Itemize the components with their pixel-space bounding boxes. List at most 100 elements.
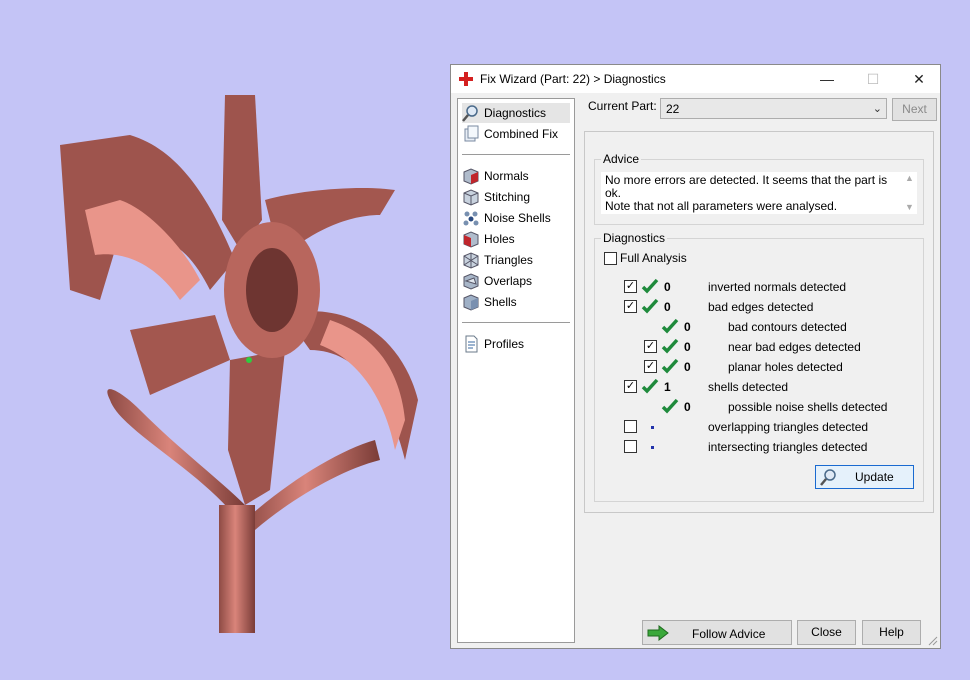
update-label: Update [855, 470, 894, 484]
nav-item-shells[interactable]: Shells [462, 292, 570, 312]
profile-document-icon [465, 335, 478, 353]
diag-count: 0 [664, 300, 671, 314]
scroll-down-icon: ▼ [905, 202, 914, 212]
nav-label: Shells [484, 295, 517, 309]
green-check-icon [661, 398, 679, 414]
diagnostics-legend: Diagnostics [601, 231, 668, 245]
nav-item-triangles[interactable]: Triangles [462, 250, 570, 270]
diag-label: near bad edges detected [728, 340, 861, 354]
diag-label: bad contours detected [728, 320, 847, 334]
full-analysis-checkbox[interactable] [604, 252, 617, 265]
maximize-button[interactable]: ☐ [850, 65, 896, 93]
overlaps-icon [463, 273, 479, 290]
green-arrow-icon [647, 625, 669, 641]
follow-advice-label: Follow Advice [692, 627, 766, 641]
diag-label: inverted normals detected [708, 280, 847, 294]
green-check-icon [661, 318, 679, 334]
diag-count: 0 [684, 400, 691, 414]
current-part-value: 22 [666, 102, 680, 116]
inverted-normals-checkbox[interactable]: ✓ [624, 280, 637, 293]
overlapping-triangles-checkbox[interactable] [624, 420, 637, 433]
advice-line: Note that not all parameters were analys… [605, 199, 838, 213]
green-check-icon [661, 338, 679, 354]
nav-item-noise-shells[interactable]: Noise Shells [462, 208, 570, 228]
nav-label: Normals [484, 169, 529, 183]
nav-label: Stitching [484, 190, 531, 204]
shells-cube-icon [463, 294, 479, 311]
title-bar: Fix Wizard (Part: 22) > Diagnostics — ☐ … [451, 65, 940, 93]
update-button[interactable]: Update [815, 465, 914, 489]
nav-item-stitching[interactable]: Stitching [462, 187, 570, 207]
close-window-button[interactable]: ✕ [896, 65, 942, 93]
nav-item-normals[interactable]: Normals [462, 166, 570, 186]
nav-label: Overlaps [484, 274, 533, 288]
nav-item-combined-fix[interactable]: Combined Fix [462, 124, 570, 144]
advice-scrollbar[interactable]: ▲ ▼ [902, 172, 917, 214]
shells-checkbox[interactable]: ✓ [624, 380, 637, 393]
diag-label: planar holes detected [728, 360, 843, 374]
nav-label: Holes [484, 232, 515, 246]
fix-wizard-dialog: Fix Wizard (Part: 22) > Diagnostics — ☐ … [450, 64, 941, 649]
3d-model-render [60, 95, 418, 633]
nav-item-profiles[interactable]: Profiles [462, 334, 570, 354]
diag-label: intersecting triangles detected [708, 440, 868, 454]
current-part-select[interactable]: 22 ⌄ [660, 98, 887, 119]
green-check-icon [641, 378, 659, 394]
green-check-icon [641, 278, 659, 294]
pending-dot-icon [651, 426, 654, 429]
noise-shells-icon [463, 211, 479, 226]
intersecting-triangles-checkbox[interactable] [624, 440, 637, 453]
scroll-up-icon: ▲ [905, 173, 914, 183]
nav-item-holes[interactable]: Holes [462, 229, 570, 249]
nav-label: Triangles [484, 253, 533, 267]
near-bad-edges-checkbox[interactable]: ✓ [644, 340, 657, 353]
nav-item-diagnostics[interactable]: Diagnostics [462, 103, 570, 123]
diag-count: 0 [684, 320, 691, 334]
diag-count: 0 [664, 280, 671, 294]
nav-label: Noise Shells [484, 211, 551, 225]
window-title: Fix Wizard (Part: 22) > Diagnostics [480, 72, 666, 86]
help-button[interactable]: Help [862, 620, 921, 645]
nav-item-overlaps[interactable]: Overlaps [462, 271, 570, 291]
magnifier-icon [820, 469, 836, 486]
advice-group: Advice No more errors are detected. It s… [594, 152, 924, 225]
resize-grip-icon[interactable] [928, 636, 938, 646]
magnifier-icon [462, 105, 478, 122]
follow-advice-button[interactable]: Follow Advice [642, 620, 792, 645]
red-cross-icon [459, 72, 473, 86]
diag-label: shells detected [708, 380, 789, 394]
triangles-icon [463, 252, 479, 269]
nav-separator [462, 322, 570, 323]
advice-legend: Advice [601, 152, 642, 166]
nav-label: Diagnostics [484, 106, 547, 120]
advice-line: No more errors are detected. It seems th… [605, 173, 888, 200]
diag-label: possible noise shells detected [728, 400, 888, 414]
wizard-nav-pane: Diagnostics Combined Fix Normals Stitchi… [457, 98, 575, 643]
next-button[interactable]: Next [892, 98, 937, 121]
nav-separator [462, 154, 570, 155]
pending-dot-icon [651, 446, 654, 449]
diagnostics-page: Advice No more errors are detected. It s… [584, 131, 934, 513]
diag-label: overlapping triangles detected [708, 420, 869, 434]
stitching-cube-icon [463, 189, 479, 206]
green-check-icon [641, 298, 659, 314]
combined-fix-icon [464, 125, 479, 142]
chevron-down-icon: ⌄ [872, 103, 882, 115]
advice-text: No more errors are detected. It seems th… [601, 172, 909, 214]
diag-count: 0 [684, 360, 691, 374]
diag-count: 1 [664, 380, 671, 394]
planar-holes-checkbox[interactable]: ✓ [644, 360, 657, 373]
close-button[interactable]: Close [797, 620, 856, 645]
full-analysis-label: Full Analysis [620, 251, 687, 265]
diag-count: 0 [684, 340, 691, 354]
current-part-label: Current Part: [588, 99, 657, 113]
green-check-icon [661, 358, 679, 374]
nav-label: Profiles [484, 337, 525, 351]
nav-label: Combined Fix [484, 127, 559, 141]
bad-edges-checkbox[interactable]: ✓ [624, 300, 637, 313]
diagnostics-group: Diagnostics Full Analysis ✓ 0 inverted n… [594, 231, 924, 502]
holes-cube-icon [463, 231, 479, 248]
normals-cube-icon [463, 168, 479, 185]
minimize-button[interactable]: — [804, 65, 850, 93]
diag-label: bad edges detected [708, 300, 814, 314]
